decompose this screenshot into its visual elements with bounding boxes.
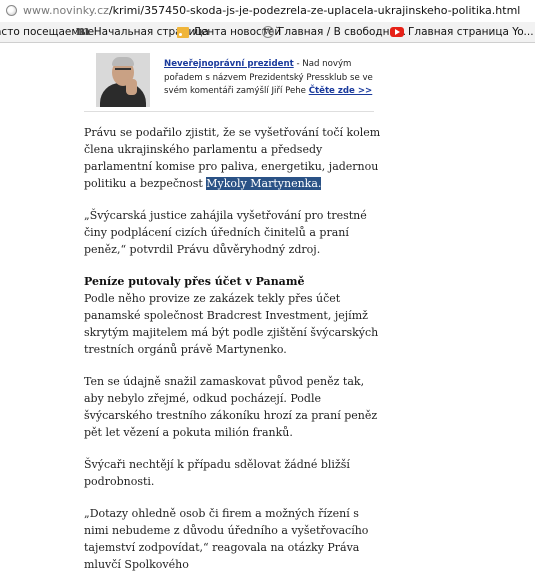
url-path: /krimi/357450-skoda-js-je-podezrela-ze-u… [108, 4, 521, 17]
article-paragraph: Podle něho provize ze zakázek tekly přes… [84, 292, 379, 356]
article-paragraph: Švýcaři nechtějí k případu sdělovat žádn… [84, 458, 350, 488]
article-paragraph: „Švýcarská justice zahájila vyšetřování … [84, 209, 367, 256]
promo-box: Neveřejnoprávní prezident - Nad novým po… [84, 53, 376, 108]
photo-glasses [115, 68, 131, 74]
photo-hair [112, 57, 134, 66]
bookmark-label: Главная страница Yo... [408, 26, 534, 38]
read-more-link[interactable]: Čtěte zde >> [309, 86, 373, 96]
bookmark-wikipedia[interactable]: W Главная / В свободно... [262, 22, 406, 42]
m-logo-icon: m [76, 24, 90, 39]
author-photo[interactable] [96, 53, 150, 107]
bookmark-youtube[interactable]: Главная страница Yo... [390, 22, 534, 42]
photo-shirt [100, 83, 146, 107]
wikipedia-icon: W [262, 26, 274, 38]
article-paragraph: Ten se údajně snažil zamaskovat původ pe… [84, 375, 378, 439]
globe-icon [6, 5, 17, 16]
bookmark-label: Главная / В свободно... [278, 26, 406, 38]
selected-text: Mykoly Martynenka. [206, 177, 322, 190]
article-body: Právu se podařilo zjistit, že se vyšetřo… [84, 124, 384, 588]
promo-title-link[interactable]: Neveřejnoprávní prezident [164, 59, 294, 69]
divider [84, 111, 374, 112]
photo-hand [126, 79, 137, 95]
youtube-icon [390, 27, 404, 37]
article-paragraph: Právu se podařilo zjistit, že se vyšetřo… [84, 124, 384, 192]
url-text[interactable]: www.novinky.cz/krimi/357450-skoda-js-je-… [23, 0, 520, 22]
url-host: www.novinky.cz [23, 4, 109, 17]
bookmarks-toolbar: асто посещаемые m Начальная страница Лен… [0, 22, 535, 43]
address-bar[interactable]: www.novinky.cz/krimi/357450-skoda-js-je-… [0, 0, 535, 23]
article-paragraph: „Dotazy ohledně osob či firem a možných … [84, 507, 369, 571]
rss-icon [177, 26, 189, 38]
section-heading: Peníze putovaly přes účet v Panamě [84, 275, 305, 288]
promo-blurb: Neveřejnoprávní prezident - Nad novým po… [164, 58, 376, 99]
